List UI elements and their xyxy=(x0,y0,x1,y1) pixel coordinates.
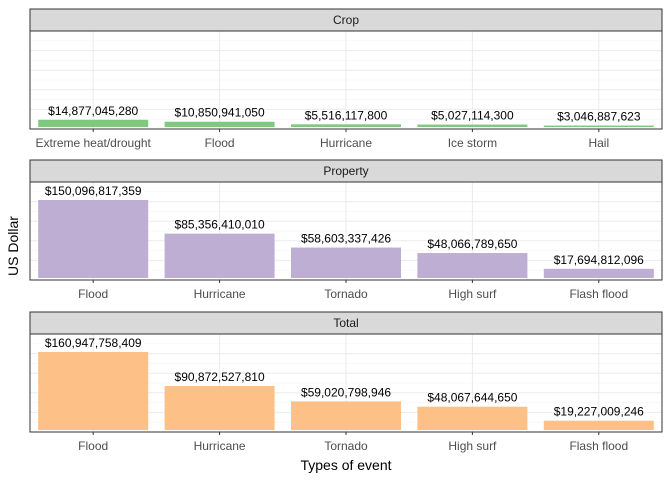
bar-value-label: $17,694,812,096 xyxy=(554,253,644,267)
x-tick-label: Hurricane xyxy=(194,439,246,453)
bar-value-label: $19,227,009,246 xyxy=(554,405,644,419)
bar xyxy=(417,253,528,278)
bar xyxy=(417,124,528,127)
bar xyxy=(38,352,149,430)
bar xyxy=(543,268,654,278)
bar-value-label: $59,020,798,946 xyxy=(301,385,391,399)
bar-value-label: $10,850,941,050 xyxy=(175,106,265,120)
bar xyxy=(291,401,401,430)
x-tick-label: Flood xyxy=(78,287,108,301)
bar-value-label: $58,603,337,426 xyxy=(301,232,391,246)
bar-value-label: $90,872,527,810 xyxy=(175,370,265,384)
bar xyxy=(417,406,528,430)
y-axis-title: US Dollar xyxy=(5,216,21,276)
bar-value-label: $85,356,410,010 xyxy=(175,218,265,232)
bar xyxy=(164,385,275,430)
x-tick-label: Ice storm xyxy=(448,136,497,150)
bar-value-label: $5,516,117,800 xyxy=(305,108,388,122)
strip-label: Property xyxy=(323,164,368,178)
x-tick-label: Tornado xyxy=(324,287,368,301)
panel-total: Total $160,947,758,409 $90,872,527,810 $59,… xyxy=(29,311,663,453)
bar-value-label: $150,096,817,359 xyxy=(45,184,142,198)
panel-crop: Crop $14,877,045,280 $10,850,941,050 $5,516… xyxy=(29,8,663,150)
x-tick-label: Flash flood xyxy=(569,287,628,301)
bar xyxy=(291,124,401,127)
bar xyxy=(543,125,654,127)
bar xyxy=(38,200,149,278)
x-tick-label: Hurricane xyxy=(194,287,246,301)
x-tick-label: Flash flood xyxy=(569,439,628,453)
bar-value-label: $14,877,045,280 xyxy=(48,104,138,118)
x-tick-label: High surf xyxy=(448,439,497,453)
x-tick-label: High surf xyxy=(448,287,497,301)
bar xyxy=(38,119,149,127)
x-axis-title: Types of event xyxy=(300,457,391,473)
bar xyxy=(291,247,401,278)
bar xyxy=(164,121,275,127)
x-tick-label: Hail xyxy=(588,136,609,150)
bar-value-label: $48,067,644,650 xyxy=(427,391,517,405)
x-tick-label: Tornado xyxy=(324,439,368,453)
bar xyxy=(164,233,275,278)
x-tick-label: Extreme heat/drought xyxy=(35,136,151,150)
faceted-bar-chart: Crop $14,877,045,280 $10,850,941,050 $5,516… xyxy=(5,8,663,473)
x-tick-label: Flood xyxy=(205,136,235,150)
bar-value-label: $48,066,789,650 xyxy=(427,237,517,251)
x-tick-label: Hurricane xyxy=(320,136,372,150)
bar-value-label: $5,027,114,300 xyxy=(431,109,514,123)
x-tick-label: Flood xyxy=(78,439,108,453)
bar-value-label: $3,046,887,623 xyxy=(557,110,641,124)
panel-property: Property $150,096,817,359 $85,356,410,010 $… xyxy=(29,159,663,301)
strip-label: Crop xyxy=(333,13,359,27)
chart-panels: Crop $14,877,045,280 $10,850,941,050 $5,516… xyxy=(29,8,663,453)
strip-label: Total xyxy=(333,316,358,330)
bar xyxy=(543,420,654,430)
bar-value-label: $160,947,758,409 xyxy=(45,336,142,350)
